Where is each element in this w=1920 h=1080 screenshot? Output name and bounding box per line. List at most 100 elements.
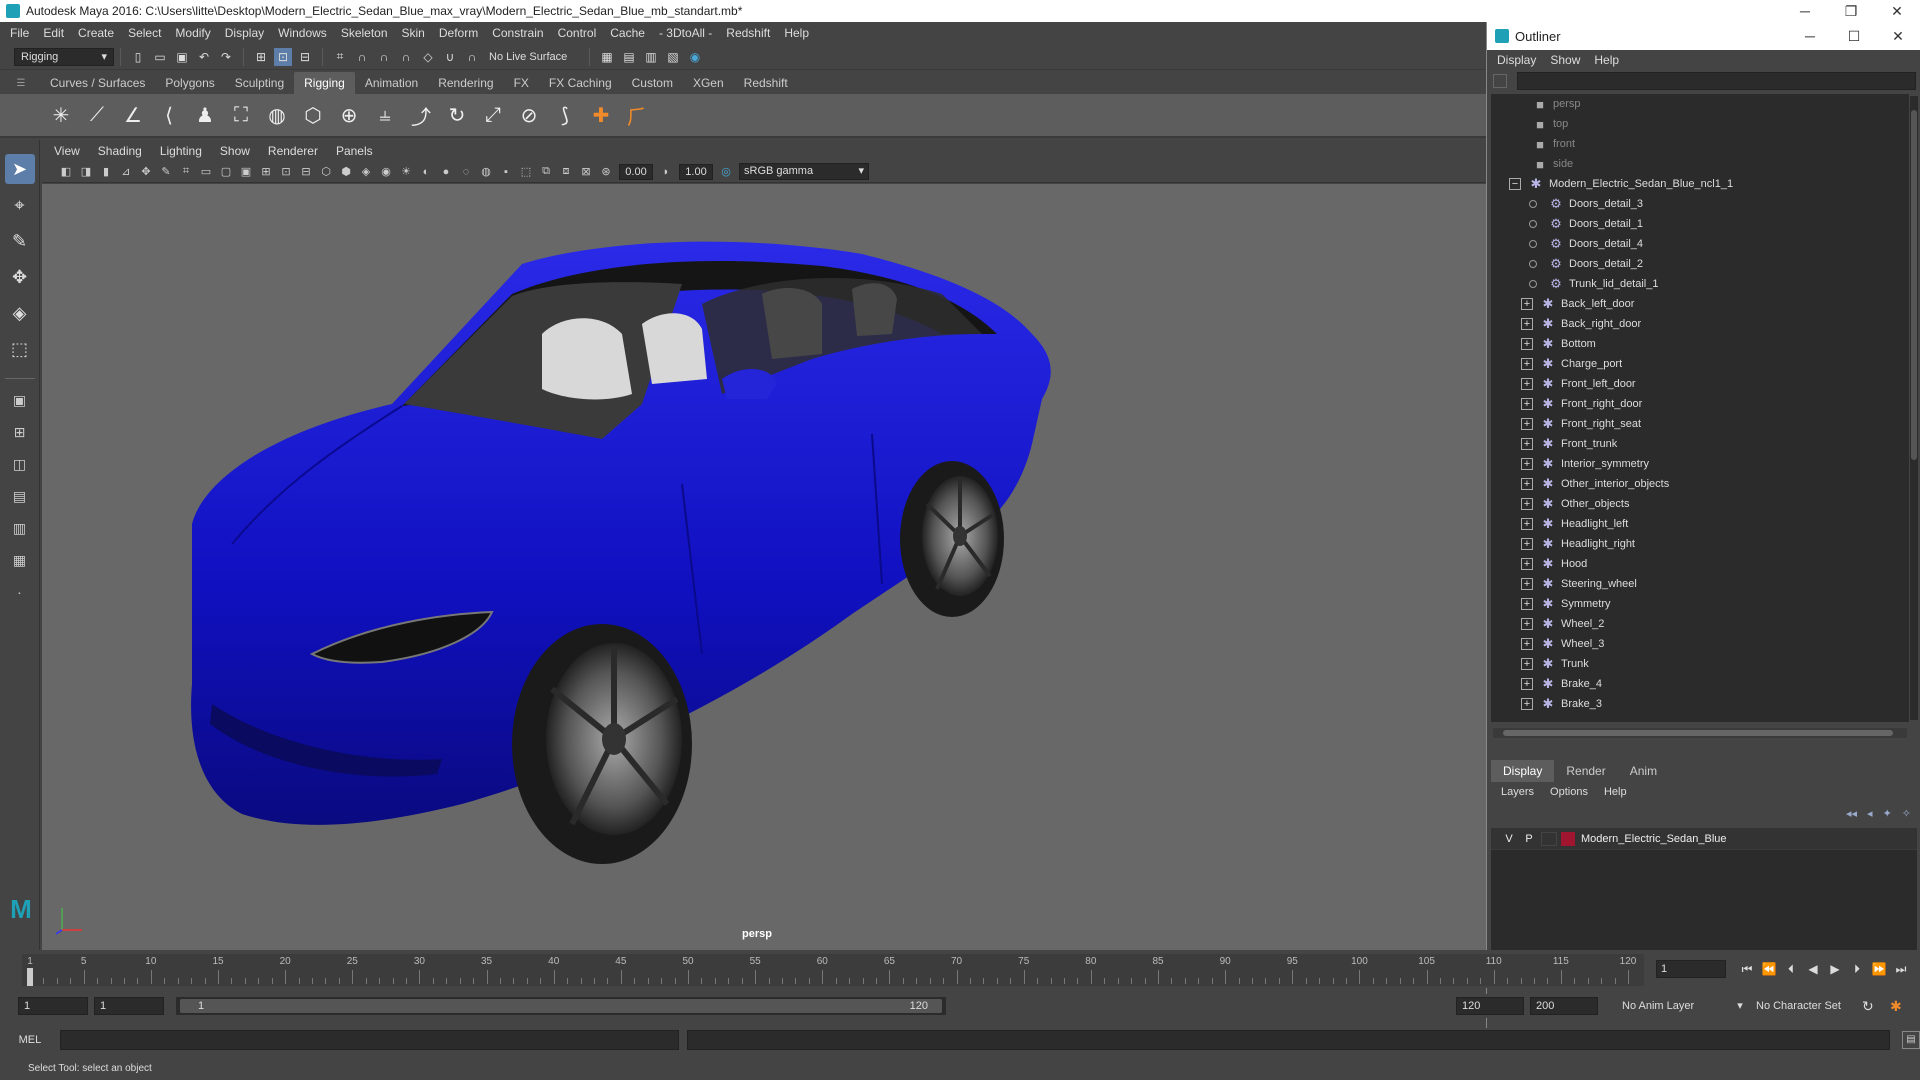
paint-weights-icon[interactable]: ◍ bbox=[262, 100, 292, 130]
select-hierarchy-icon[interactable]: ⊞ bbox=[252, 48, 270, 66]
tree-item-root[interactable]: − ✱ Modern_Electric_Sedan_Blue_ncl1_1 bbox=[1491, 174, 1909, 194]
wireframe-on-shaded-icon[interactable]: ◈ bbox=[358, 164, 374, 180]
film-gate-icon[interactable]: ▭ bbox=[198, 164, 214, 180]
viewport-menu-show[interactable]: Show bbox=[220, 144, 250, 158]
layer-display-type-toggle[interactable] bbox=[1541, 831, 1557, 846]
anim-preferences-icon[interactable]: ✱ bbox=[1890, 997, 1902, 1015]
menu-control[interactable]: Control bbox=[558, 26, 597, 40]
tree-item-group[interactable]: + ✱ Front_left_door bbox=[1491, 374, 1909, 394]
layer-visibility-toggle[interactable]: V bbox=[1499, 833, 1519, 845]
expand-icon[interactable]: + bbox=[1521, 298, 1533, 310]
exposure-field[interactable]: 0.00 bbox=[619, 163, 653, 180]
tree-item-group[interactable]: + ✱ Front_right_seat bbox=[1491, 414, 1909, 434]
select-object-icon[interactable]: ⊡ bbox=[274, 47, 292, 66]
range-slider-bar-handle[interactable] bbox=[180, 999, 942, 1013]
outliner-search-input[interactable] bbox=[1517, 72, 1916, 90]
two-pane-layout-icon[interactable]: ◫ bbox=[5, 451, 35, 477]
tree-item-group[interactable]: + ✱ Hood bbox=[1491, 554, 1909, 574]
aim-constraint-icon[interactable]: ⤴ bbox=[406, 100, 436, 130]
joint-tool-icon[interactable]: ✳ bbox=[46, 100, 76, 130]
point-constraint-icon[interactable]: ⫨ bbox=[370, 100, 400, 130]
new-scene-icon[interactable]: ▯ bbox=[129, 48, 147, 66]
layer-menu-help[interactable]: Help bbox=[1604, 786, 1627, 798]
go-to-end-icon[interactable]: ⏭ bbox=[1890, 962, 1912, 977]
tree-item-group[interactable]: + ✱ Trunk bbox=[1491, 654, 1909, 674]
gate-mask-icon[interactable]: ▣ bbox=[238, 164, 254, 180]
single-pane-layout-icon[interactable]: ▣ bbox=[5, 387, 35, 413]
expand-icon[interactable]: + bbox=[1521, 658, 1533, 670]
redo-icon[interactable]: ↷ bbox=[217, 48, 235, 66]
color-management-icon[interactable]: ◎ bbox=[718, 164, 734, 180]
tree-item-group[interactable]: + ✱ Brake_4 bbox=[1491, 674, 1909, 694]
move-tool-icon[interactable]: ✥ bbox=[5, 262, 35, 292]
expand-icon[interactable]: + bbox=[1521, 438, 1533, 450]
more-layouts-icon[interactable]: · bbox=[5, 579, 35, 605]
render-view-icon[interactable]: ▧ bbox=[664, 48, 682, 66]
menu-cache[interactable]: Cache bbox=[610, 26, 645, 40]
select-camera-icon[interactable]: ◧ bbox=[58, 164, 74, 180]
menu-skin[interactable]: Skin bbox=[402, 26, 425, 40]
ik-spline-icon[interactable]: ∠ bbox=[118, 100, 148, 130]
xray-icon[interactable]: ⧉ bbox=[538, 164, 554, 180]
close-icon[interactable]: ✕ bbox=[1874, 3, 1920, 20]
shelf-tab-fx-caching[interactable]: FX Caching bbox=[539, 72, 622, 94]
insert-joint-icon[interactable]: ⟨ bbox=[154, 100, 184, 130]
safe-action-icon[interactable]: ⊡ bbox=[278, 164, 294, 180]
snap-grid-icon[interactable]: ⌗ bbox=[331, 48, 349, 66]
snap-surface-icon[interactable]: ◇ bbox=[419, 48, 437, 66]
multisample-icon[interactable]: ◍ bbox=[478, 164, 494, 180]
minimize-icon[interactable]: ─ bbox=[1782, 3, 1828, 19]
tree-item-detail[interactable]: ⚙ Doors_detail_1 bbox=[1491, 214, 1909, 234]
depth-of-field-icon[interactable]: ▪ bbox=[498, 164, 514, 180]
tree-item-group[interactable]: + ✱ Front_right_door bbox=[1491, 394, 1909, 414]
range-slider[interactable]: 1 120 bbox=[176, 997, 946, 1015]
tree-item-camera[interactable]: ■ side bbox=[1491, 154, 1909, 174]
tree-item-camera[interactable]: ■ persp bbox=[1491, 94, 1909, 114]
grease-pencil-icon[interactable]: ✎ bbox=[158, 164, 174, 180]
ambient-occlusion-icon[interactable]: ● bbox=[438, 164, 454, 180]
menuset-dropdown[interactable]: Rigging ▾ bbox=[14, 47, 114, 66]
image-plane-icon[interactable]: ⊿ bbox=[118, 164, 134, 180]
expand-icon[interactable]: + bbox=[1521, 498, 1533, 510]
tree-item-group[interactable]: + ✱ Bottom bbox=[1491, 334, 1909, 354]
tree-item-detail[interactable]: ⚙ Doors_detail_4 bbox=[1491, 234, 1909, 254]
expand-icon[interactable]: + bbox=[1521, 458, 1533, 470]
camera-attributes-icon[interactable]: ◨ bbox=[78, 164, 94, 180]
menu-select[interactable]: Select bbox=[128, 26, 161, 40]
lasso-tool-icon[interactable]: ⌖ bbox=[5, 190, 35, 220]
viewport-menu-panels[interactable]: Panels bbox=[336, 144, 373, 158]
play-backwards-icon[interactable]: ◀ bbox=[1802, 962, 1824, 976]
smooth-shade-icon[interactable]: ⬢ bbox=[338, 164, 354, 180]
expand-icon[interactable]: + bbox=[1521, 318, 1533, 330]
tree-item-detail[interactable]: ⚙ Trunk_lid_detail_1 bbox=[1491, 274, 1909, 294]
cluster-icon[interactable]: ⊕ bbox=[334, 100, 364, 130]
scrollbar-thumb[interactable] bbox=[1911, 110, 1917, 460]
expand-icon[interactable]: + bbox=[1521, 638, 1533, 650]
gamma-field[interactable]: 1.00 bbox=[679, 163, 713, 180]
motion-blur-icon[interactable]: ◌ bbox=[458, 164, 474, 180]
tab-anim[interactable]: Anim bbox=[1618, 760, 1669, 782]
tab-display[interactable]: Display bbox=[1491, 760, 1555, 782]
snap-point-icon[interactable]: ∩ bbox=[375, 48, 393, 66]
expand-icon[interactable]: + bbox=[1521, 618, 1533, 630]
scrollbar-thumb[interactable] bbox=[1503, 730, 1893, 736]
render-current-icon[interactable]: ▤ bbox=[620, 48, 638, 66]
tree-item-group[interactable]: + ✱ Other_interior_objects bbox=[1491, 474, 1909, 494]
lattice-icon[interactable]: ⬡ bbox=[298, 100, 328, 130]
new-empty-layer-icon[interactable]: ✦ bbox=[1883, 807, 1892, 820]
four-pane-layout-icon[interactable]: ⊞ bbox=[5, 419, 35, 445]
ik-handle-icon[interactable]: ⟋ bbox=[82, 100, 112, 130]
outliner-menu-show[interactable]: Show bbox=[1550, 53, 1580, 67]
select-component-icon[interactable]: ⊟ bbox=[296, 48, 314, 66]
hypershade-layout-icon[interactable]: ▦ bbox=[5, 547, 35, 573]
restore-icon[interactable]: ❐ bbox=[1828, 3, 1874, 20]
exposure-icon[interactable]: ⊛ bbox=[598, 164, 614, 180]
render-settings-icon[interactable]: ▦ bbox=[598, 48, 616, 66]
play-forwards-icon[interactable]: ▶ bbox=[1824, 962, 1846, 976]
outliner-horizontal-scrollbar[interactable] bbox=[1493, 728, 1907, 738]
script-editor-icon[interactable]: ▤ bbox=[1902, 1031, 1920, 1049]
locator-icon[interactable]: ✚ bbox=[586, 100, 616, 130]
new-layer-from-selected-icon[interactable]: ✧ bbox=[1902, 807, 1911, 820]
ipr-render-icon[interactable]: ▥ bbox=[642, 48, 660, 66]
menu-deform[interactable]: Deform bbox=[439, 26, 478, 40]
